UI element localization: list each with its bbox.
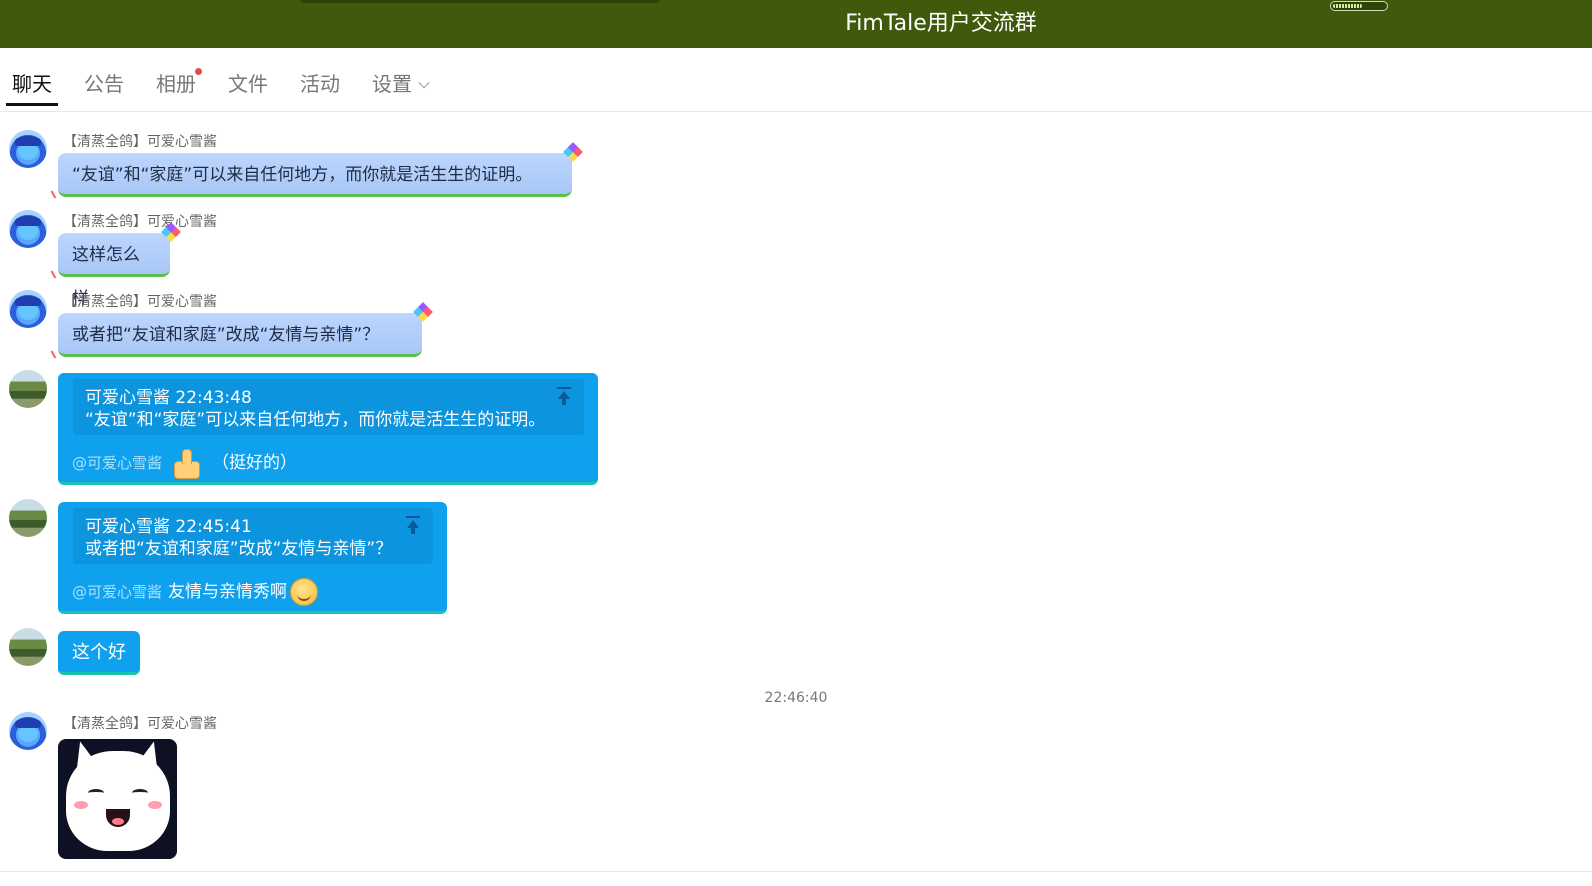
tab-label: 设置 (372, 72, 412, 96)
title-bar-accent (300, 0, 660, 3)
message-text: 或者把“友谊和家庭”改成“友情与亲情”？ (72, 325, 380, 345)
kite-icon (413, 302, 433, 322)
kite-icon (563, 142, 583, 162)
message-bubble[interactable]: 这个好 (58, 631, 140, 675)
chevron-down-icon (418, 77, 430, 89)
reply-content: @可爱心雪酱 （挺好的） (72, 449, 298, 479)
avatar[interactable] (9, 712, 47, 750)
tab-settings[interactable]: 设置 (372, 70, 430, 98)
tab-activities[interactable]: 活动 (300, 70, 340, 98)
reply-text: （挺好的） (212, 453, 298, 473)
tab-label: 文件 (228, 72, 268, 96)
bubble-tail (50, 187, 62, 199)
sender-name: 【清蒸全鸽】可爱心雪酱 (63, 214, 217, 230)
mention-link[interactable]: @可爱心雪酱 (72, 454, 162, 472)
sticker-blush (148, 801, 162, 809)
time-divider: 22:46:40 (764, 690, 828, 706)
tab-announcements[interactable]: 公告 (84, 70, 124, 98)
thumbs-up-icon (172, 449, 201, 479)
tab-label: 聊天 (12, 72, 52, 96)
message-text: “友谊”和“家庭”可以来自任何地方，而你就是活生生的证明。 (72, 165, 533, 185)
tab-files[interactable]: 文件 (228, 70, 268, 98)
title-bar: FimTale用户交流群 (0, 0, 1592, 48)
quote-header: 可爱心雪酱 22:45:41 (85, 517, 252, 537)
group-title: FimTale用户交流群 (845, 11, 1037, 36)
quoted-message[interactable]: 可爱心雪酱 22:43:48 “友谊”和“家庭”可以来自任何地方，而你就是活生生… (73, 379, 584, 435)
tab-label: 相册 (156, 72, 196, 96)
tab-chat[interactable]: 聊天 (6, 70, 58, 106)
avatar[interactable] (9, 290, 47, 328)
grin-emoji-icon (290, 578, 319, 606)
tab-label: 公告 (84, 72, 124, 96)
tab-bar: 聊天 公告 相册 文件 活动 设置 (0, 48, 1592, 112)
reply-content: @可爱心雪酱 友情与亲情秀啊 (72, 578, 319, 606)
message-bubble[interactable]: “友谊”和“家庭”可以来自任何地方，而你就是活生生的证明。 (50, 142, 583, 199)
avatar[interactable] (9, 130, 47, 168)
reply-bubble[interactable]: 可爱心雪酱 22:45:41 或者把“友谊和家庭”改成“友情与亲情”？ @可爱心… (58, 502, 447, 614)
quote-header: 可爱心雪酱 22:43:48 (85, 388, 252, 408)
reply-text: 友情与亲情秀啊 (168, 582, 288, 602)
notification-dot (195, 68, 202, 75)
fox-sticker-image[interactable] (58, 739, 177, 859)
divider (0, 871, 1592, 872)
avatar[interactable] (9, 210, 47, 248)
battery-fill (1333, 4, 1362, 8)
bubble-tail (50, 347, 62, 359)
tab-album[interactable]: 相册 (156, 68, 202, 98)
sender-name: 【清蒸全鸽】可爱心雪酱 (63, 294, 217, 310)
sender-name: 【清蒸全鸽】可爱心雪酱 (63, 134, 217, 150)
quoted-message[interactable]: 可爱心雪酱 22:45:41 或者把“友谊和家庭”改成“友情与亲情”？ (73, 508, 433, 564)
sticker-eye (88, 789, 104, 797)
avatar[interactable] (9, 370, 47, 408)
quote-text: 或者把“友谊和家庭”改成“友情与亲情”？ (85, 539, 393, 559)
quote-text: “友谊”和“家庭”可以来自任何地方，而你就是活生生的证明。 (85, 410, 546, 430)
avatar[interactable] (9, 628, 47, 666)
message-bubble[interactable]: 这样怎么样 (50, 222, 181, 309)
sticker-eye (132, 789, 148, 797)
mention-link[interactable]: @可爱心雪酱 (72, 583, 162, 601)
jump-to-top-icon[interactable] (405, 516, 421, 534)
tab-label: 活动 (300, 72, 340, 96)
battery-icon (1330, 1, 1388, 11)
reply-bubble[interactable]: 可爱心雪酱 22:43:48 “友谊”和“家庭”可以来自任何地方，而你就是活生生… (58, 373, 598, 485)
jump-to-top-icon[interactable] (556, 387, 572, 405)
message-bubble[interactable]: 或者把“友谊和家庭”改成“友情与亲情”？ (50, 302, 433, 359)
message-text: 这个好 (72, 642, 126, 663)
bubble-tail (50, 267, 62, 279)
sticker-blush (74, 801, 88, 809)
avatar[interactable] (9, 499, 47, 537)
sender-name: 【清蒸全鸽】可爱心雪酱 (63, 716, 217, 732)
